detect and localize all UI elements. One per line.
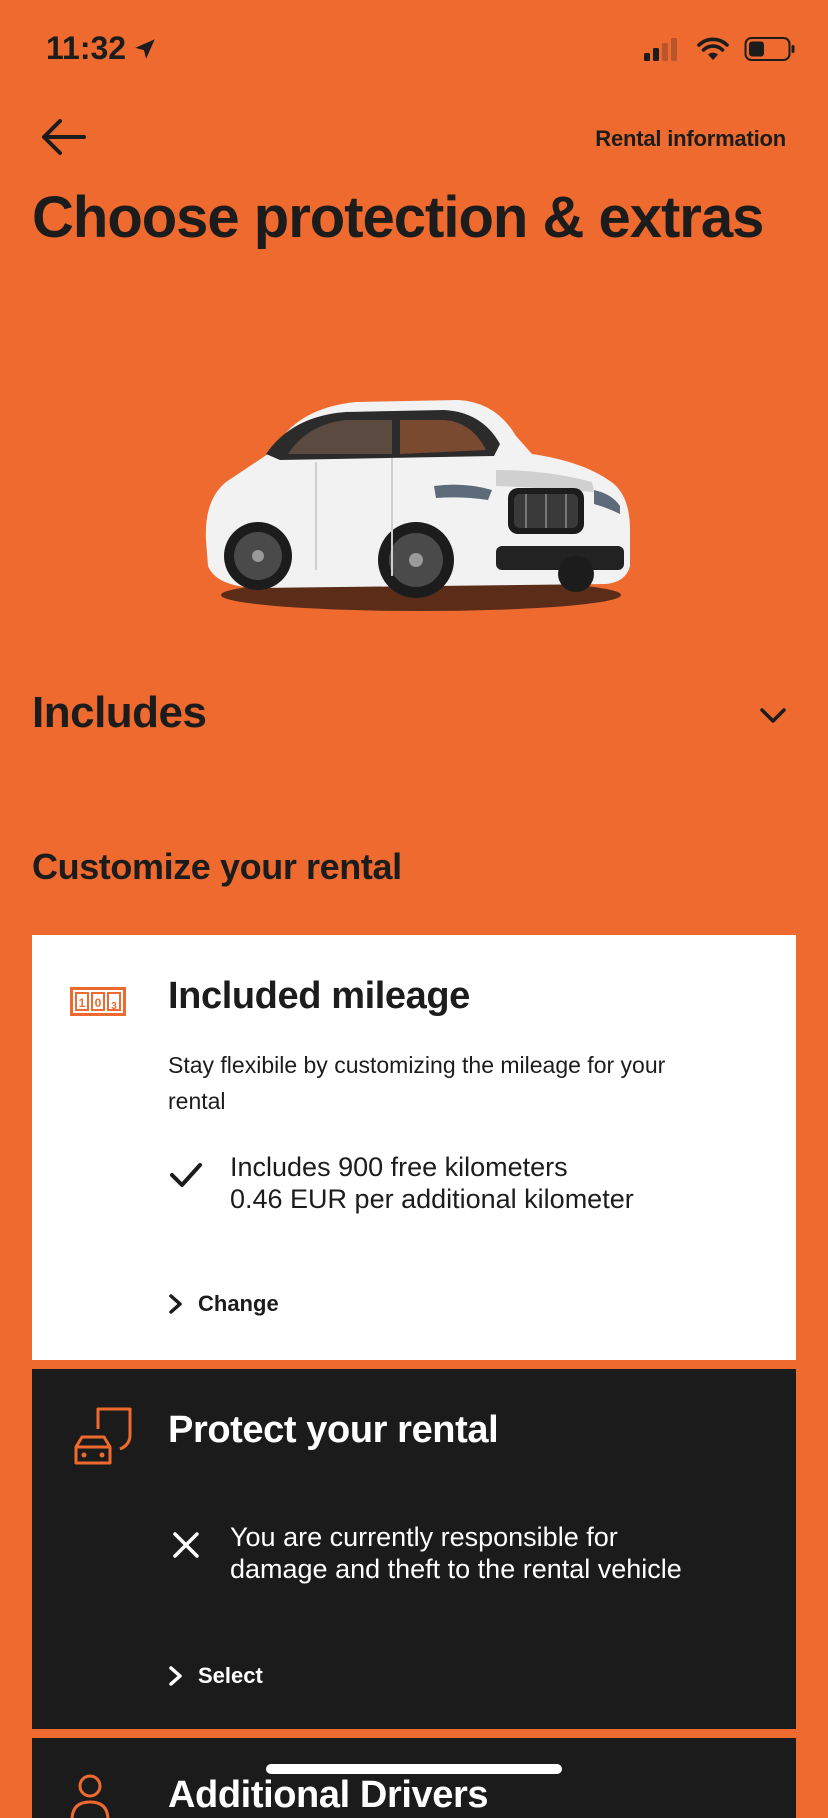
- protection-feature: You are currently responsible for damage…: [168, 1521, 682, 1585]
- rental-information-link[interactable]: Rental information: [595, 126, 786, 152]
- close-x-icon: [173, 1532, 199, 1558]
- additional-drivers-card[interactable]: Additional Drivers: [32, 1738, 796, 1818]
- mileage-card-description: Stay flexibile by customizing the mileag…: [168, 1052, 666, 1114]
- mileage-feature-line-2: 0.46 EUR per additional kilometer: [230, 1184, 634, 1214]
- protection-feature-line-1: You are currently responsible for: [230, 1522, 618, 1552]
- includes-accordion[interactable]: Includes: [32, 680, 796, 746]
- odometer-digit: 3: [111, 1001, 117, 1012]
- location-arrow-icon: [135, 38, 155, 59]
- protection-card-title: Protect your rental: [168, 1409, 499, 1451]
- car-shield-icon: [74, 1407, 132, 1465]
- additional-drivers-title: Additional Drivers: [168, 1774, 489, 1816]
- customize-heading: Customize your rental: [32, 846, 402, 887]
- chevron-down-icon: [760, 708, 786, 723]
- select-protection-button[interactable]: Select: [168, 1663, 263, 1689]
- protection-feature-line-2: damage and theft to the rental vehicle: [230, 1554, 682, 1584]
- select-protection-label: Select: [198, 1663, 263, 1688]
- protection-card: Protect your rental You are currently re…: [32, 1369, 796, 1729]
- battery-icon: [744, 37, 795, 61]
- odometer-digit: 0: [95, 996, 102, 1010]
- back-arrow-button[interactable]: [38, 114, 88, 160]
- mileage-card: 1 0 3 Included mileage Stay flexibile by…: [32, 935, 796, 1360]
- includes-label: Includes: [32, 688, 207, 737]
- wifi-icon: [697, 37, 729, 60]
- mileage-card-title: Included mileage: [168, 975, 470, 1017]
- person-icon: [70, 1774, 110, 1818]
- car-image: [205, 400, 631, 611]
- change-mileage-label: Change: [198, 1291, 279, 1316]
- page-title: Choose protection & extras: [32, 185, 764, 250]
- status-indicators: [642, 36, 796, 62]
- status-time: 11:32: [46, 30, 158, 67]
- chevron-right-icon: [169, 1666, 182, 1686]
- mileage-feature-text: Includes 900 free kilometers 0.46 EUR pe…: [230, 1151, 634, 1215]
- status-time-text: 11:32: [46, 30, 127, 66]
- chevron-right-icon: [169, 1294, 182, 1314]
- cellular-signal-icon: [644, 38, 677, 61]
- change-mileage-button[interactable]: Change: [168, 1291, 279, 1317]
- status-bar: 11:32: [0, 0, 828, 100]
- mileage-feature: Includes 900 free kilometers 0.46 EUR pe…: [168, 1151, 634, 1215]
- checkmark-icon: [170, 1163, 202, 1187]
- protection-feature-text: You are currently responsible for damage…: [230, 1521, 682, 1585]
- odometer-icon: 1 0 3: [70, 987, 126, 1016]
- odometer-digit: 1: [79, 996, 86, 1010]
- mileage-feature-line-1: Includes 900 free kilometers: [230, 1152, 568, 1182]
- home-indicator: [266, 1764, 562, 1774]
